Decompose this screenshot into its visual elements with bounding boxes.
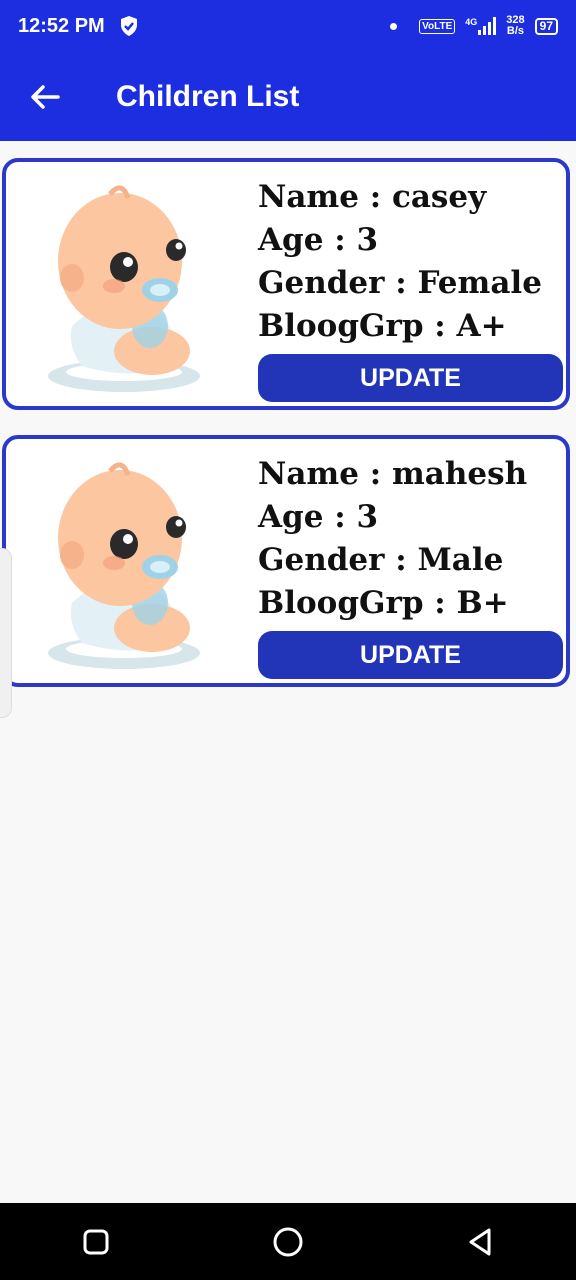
child-name: Name : casey (258, 179, 487, 215)
square-icon (83, 1229, 109, 1254)
triangle-back-icon (469, 1228, 491, 1255)
status-icons: VoLTE 4G 328 B/s 97 (390, 15, 558, 37)
circle-icon (273, 1227, 303, 1256)
child-info: Name : mahesh Age : 3 Gender : Male Bloo… (258, 453, 563, 625)
page-title: Children List (116, 79, 300, 113)
child-age: Age : 3 (258, 499, 379, 535)
child-info: Name : casey Age : 3 Gender : Female Blo… (258, 176, 563, 348)
update-button[interactable]: UPDATE (258, 631, 563, 679)
child-age: Age : 3 (258, 222, 379, 258)
arrow-back-icon (31, 84, 60, 109)
edge-panel-handle[interactable] (0, 548, 12, 718)
child-card: Name : mahesh Age : 3 Gender : Male Bloo… (2, 435, 570, 687)
child-card: Name : casey Age : 3 Gender : Female Blo… (2, 158, 570, 410)
signal-icon: 4G (465, 17, 497, 35)
net-speed-unit: B/s (506, 25, 525, 37)
signal-bars-icon (478, 17, 497, 35)
child-blood-group: BloogGrp : B+ (258, 585, 509, 621)
child-name: Name : mahesh (258, 456, 528, 492)
shield-icon (120, 16, 137, 36)
child-gender: Gender : Female (258, 265, 542, 301)
child-blood-group: BloogGrp : A+ (258, 308, 507, 344)
child-gender: Gender : Male (258, 542, 504, 578)
baby-image (48, 185, 200, 392)
back-nav-button[interactable] (440, 1203, 520, 1280)
recents-button[interactable] (56, 1203, 136, 1280)
battery-icon: 97 (534, 17, 558, 35)
home-button[interactable] (248, 1203, 328, 1280)
notification-dot-icon (390, 22, 398, 30)
baby-image (48, 462, 200, 669)
status-bar: 12:52 PM VoLTE 4G 328 B/s 97 (0, 0, 576, 52)
back-button[interactable] (0, 52, 90, 141)
signal-type: 4G (465, 17, 478, 27)
net-speed: 328 B/s (506, 15, 524, 37)
system-nav-bar (0, 1203, 576, 1280)
update-button[interactable]: UPDATE (258, 354, 563, 402)
app-bar: Children List (0, 52, 576, 141)
volte-icon: VoLTE (419, 18, 456, 34)
status-time: 12:52 PM (18, 14, 105, 37)
